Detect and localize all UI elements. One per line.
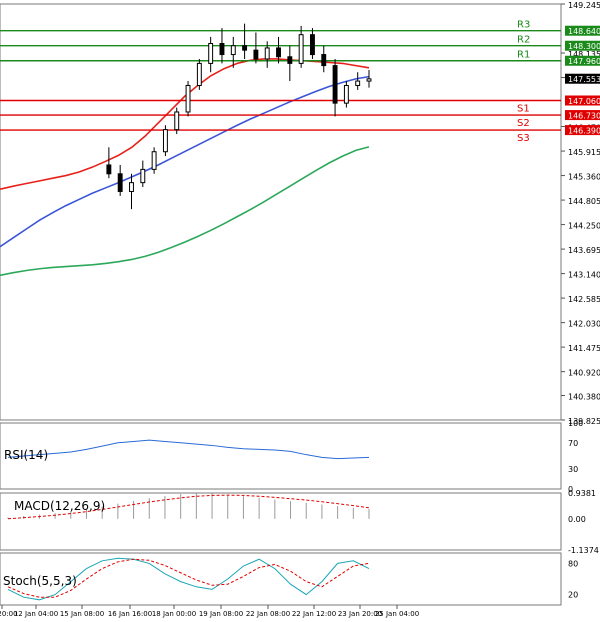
time-tick-label: 15 Jan 08:00 [60,610,104,618]
main-panel: R3 R2 R1 S1 S2 S3 [0,3,562,421]
bearish-candle [332,65,338,104]
bullish-candle [355,80,361,86]
bullish-candle [174,111,180,131]
rsi-panel: RSI(14) [0,422,562,490]
current-price-label: 147.553 [568,75,600,84]
price-tick-label: 140.380 [568,392,600,401]
bearish-candle [276,47,281,58]
time-axis: an 20:0012 Jan 04:0015 Jan 08:0016 Jan 1… [0,605,419,618]
bullish-candle [151,151,157,170]
price-tick-label: 142.585 [568,295,600,304]
price-tick-label: 142.030 [568,320,600,329]
bearish-candle [117,173,123,192]
time-tick-label: 16 Jan 16:00 [108,610,152,618]
bearish-candle [310,34,315,56]
rsi-tick-label: 30 [568,465,578,474]
bullish-candle [185,84,191,113]
macd-label: MACD(12,26,9) [14,499,105,513]
pivot-price-label: 146.730 [568,112,600,121]
bearish-candle [242,45,248,51]
stoch-tick-label: 20 [568,591,578,600]
forex-chart: R3R2R1S1S2S3 149.245148.135147.580146.47… [0,1,600,618]
bullish-candle [298,34,304,64]
stoch-panel-frame [0,552,562,606]
rsi-label: RSI(14) [4,448,48,462]
stoch-panel: Stoch(5,5,3) [0,552,562,606]
pivot-name-r2: R2 [517,35,530,46]
price-tick-label: 144.250 [568,222,600,231]
bearish-candle [287,56,293,64]
pivot-name-r1: R1 [517,50,530,61]
price-tick-label: 143.140 [568,271,600,280]
rsi-tick-label: 100 [568,419,583,428]
bullish-candle [129,182,134,192]
bearish-candle [253,49,259,60]
pivot-name-s3: S3 [517,133,530,144]
macd-tick-label: -1.1374 [568,546,599,555]
pivot-price-label: 147.060 [568,97,600,106]
price-tick-label: 141.475 [568,344,600,353]
rsi-tick-label: 70 [568,439,578,448]
macd-tick-label: 0.00 [568,515,586,524]
rsi-panel-frame [0,422,562,490]
bearish-candle [219,43,225,56]
stoch-tick-label: 80 [568,559,578,568]
pivot-price-label: 147.960 [568,57,600,66]
pivot-price-label: 146.390 [568,127,600,136]
price-tick-label: 145.360 [568,173,600,182]
time-tick-label: 22 Jan 12:00 [292,610,336,618]
stoch-label: Stoch(5,5,3) [3,574,77,588]
price-tick-label: 143.695 [568,246,600,255]
indicator-axes: 100703000.93810.00-1.13748020 [568,419,599,600]
time-tick-label: 18 Jan 00:00 [152,610,196,618]
bullish-candle [230,45,236,56]
bullish-candle [140,168,146,184]
time-tick-label: 25 Jan 04:00 [375,610,419,618]
pivot-name-s1: S1 [517,103,530,114]
macd-tick-label: 0.9381 [568,489,596,498]
time-tick-label: 19 Jan 08:00 [199,610,243,618]
price-tick-label: 144.805 [568,197,600,206]
bullish-candle [366,78,372,82]
pivot-price-label: 148.640 [568,27,600,36]
bearish-candle [321,54,327,67]
price-labels: 148.640 148.300 147.960 147.060 146.730 146.3… [565,25,600,136]
pivot-name-s2: S2 [517,118,530,129]
price-tick-label: 145.915 [568,148,600,157]
macd-panel: MACD(12,26,9) [0,492,562,551]
price-tick-label: 149.245 [568,1,600,10]
main-panel-frame [0,3,562,421]
price-tick-label: 140.920 [568,369,600,378]
pivot-price-label: 148.300 [568,42,600,51]
time-tick-label: 22 Jan 08:00 [246,610,290,618]
bearish-candle [106,164,112,175]
pivot-name-r3: R3 [517,20,530,31]
bullish-candle [196,62,202,86]
bullish-candle [343,84,349,104]
time-tick-label: 12 Jan 04:00 [14,610,58,618]
bullish-candle [264,47,270,60]
bullish-candle [162,129,168,153]
bullish-candle [208,43,214,64]
